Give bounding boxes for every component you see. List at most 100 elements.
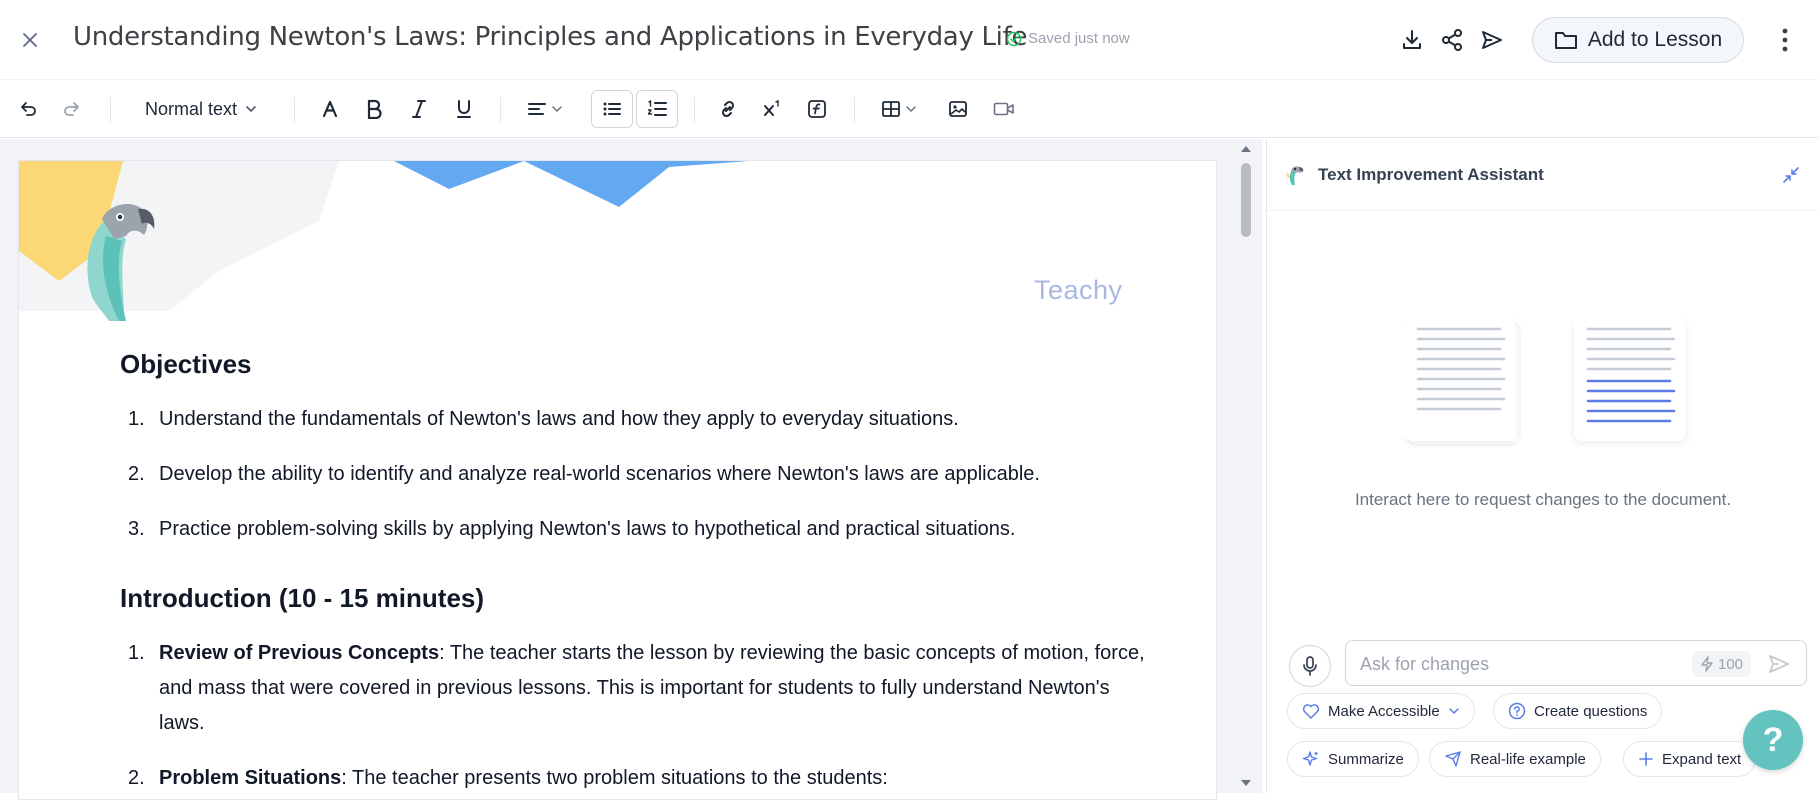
align-dropdown[interactable]	[520, 90, 570, 128]
italic-button[interactable]	[403, 90, 435, 128]
toolbar-divider	[294, 97, 295, 123]
bold-icon	[367, 99, 382, 119]
saved-status-text: Saved just now	[1028, 30, 1130, 47]
send-icon	[1769, 655, 1789, 673]
real-life-example-chip[interactable]: Real-life example	[1429, 741, 1601, 777]
redo-icon	[64, 102, 79, 116]
ask-for-changes-input[interactable]	[1360, 649, 1680, 679]
chevron-down-icon	[552, 106, 562, 113]
collapse-icon[interactable]	[1779, 163, 1803, 187]
parrot-logo-icon	[87, 204, 155, 321]
plus-icon	[1639, 752, 1653, 766]
close-icon	[23, 33, 37, 47]
download-button[interactable]	[1396, 24, 1428, 56]
summarize-label: Summarize	[1328, 750, 1404, 768]
font-color-icon	[322, 100, 338, 118]
create-questions-label: Create questions	[1534, 702, 1648, 720]
document-title[interactable]: Understanding Newton's Laws: Principles …	[73, 22, 1027, 52]
list-item-text: Practice problem-solving skills by apply…	[159, 518, 1016, 540]
lightning-icon	[1701, 656, 1713, 672]
ask-for-changes-field[interactable]: 100	[1345, 640, 1807, 686]
chevron-down-icon	[906, 106, 916, 113]
numbered-list-button[interactable]	[636, 90, 678, 128]
send-icon	[1482, 31, 1502, 49]
share-icon	[1442, 29, 1462, 51]
list-item-number: 2.	[128, 767, 145, 789]
plane-icon	[1445, 751, 1461, 767]
table-icon	[882, 101, 900, 117]
microphone-icon	[1303, 656, 1317, 676]
toolbar-divider	[694, 97, 695, 123]
send-button[interactable]	[1476, 24, 1508, 56]
toolbar-divider	[500, 97, 501, 123]
document-page[interactable]: Teachy Objectives 1. Understand the fund…	[18, 160, 1217, 800]
text-improvement-assistant-panel: Text Improvement Assistant Interact here…	[1266, 139, 1818, 793]
link-button[interactable]	[712, 90, 744, 128]
list-item-bold-term: Problem Situations	[159, 767, 342, 789]
italic-icon	[412, 100, 426, 118]
document-header-banner: Teachy	[19, 161, 1216, 321]
text-color-button[interactable]	[314, 90, 346, 128]
saved-status: Saved just now	[1006, 30, 1130, 47]
align-left-icon	[528, 103, 546, 115]
summarize-chip[interactable]: Summarize	[1287, 741, 1419, 777]
list-item-text: Develop the ability to identify and anal…	[159, 463, 1040, 485]
text-style-value: Normal text	[144, 98, 238, 119]
more-options-button[interactable]	[1770, 22, 1800, 58]
list-item: 1. Review of Previous Concepts: The teac…	[120, 636, 1160, 741]
introduction-list: 1. Review of Previous Concepts: The teac…	[120, 636, 1160, 796]
insert-video-button[interactable]	[988, 90, 1020, 128]
superscript-icon	[764, 99, 779, 116]
text-style-dropdown[interactable]: Normal text	[132, 90, 270, 128]
bullet-list-button[interactable]	[591, 90, 633, 128]
create-questions-chip[interactable]: Create questions	[1493, 693, 1663, 729]
video-icon	[993, 102, 1014, 116]
submit-request-button[interactable]	[1764, 650, 1794, 678]
bold-button[interactable]	[358, 90, 390, 128]
editor-scrollbar[interactable]	[1237, 139, 1255, 793]
list-item-body: : The teacher presents two problem situa…	[341, 767, 888, 789]
check-circle-icon	[1006, 31, 1022, 46]
section-heading-introduction: Introduction (10 - 15 minutes)	[120, 583, 485, 613]
list-item-bold-term: Review of Previous Concepts	[159, 642, 440, 664]
make-accessible-chip[interactable]: Make Accessible	[1287, 693, 1475, 729]
list-item-number: 2.	[128, 463, 145, 485]
list-item: 2. Develop the ability to identify and a…	[120, 457, 1160, 492]
redo-button[interactable]	[56, 90, 88, 128]
scroll-up-arrow-icon[interactable]	[1240, 143, 1252, 155]
table-dropdown[interactable]	[874, 90, 924, 128]
list-item-text: Review of Previous Concepts: The teacher…	[159, 636, 1160, 741]
underline-button[interactable]	[448, 90, 480, 128]
objectives-list: 1. Understand the fundamentals of Newton…	[120, 402, 1160, 547]
link-icon	[721, 100, 735, 118]
insert-image-button[interactable]	[942, 90, 974, 128]
undo-button[interactable]	[12, 90, 44, 128]
share-button[interactable]	[1436, 24, 1468, 56]
sparkles-icon	[1302, 751, 1318, 766]
superscript-button[interactable]	[756, 90, 788, 128]
download-icon	[1403, 30, 1421, 49]
folder-icon	[1554, 32, 1577, 49]
list-item-number: 1.	[128, 408, 145, 430]
add-to-lesson-label: Add to Lesson	[1587, 28, 1723, 51]
list-item: 2. Problem Situations: The teacher prese…	[120, 761, 1160, 796]
formula-button[interactable]	[801, 90, 833, 128]
section-heading-objectives: Objectives	[120, 349, 252, 379]
credits-badge: 100	[1692, 651, 1752, 677]
undo-icon	[21, 102, 36, 116]
brand-logo-text: Teachy	[1034, 275, 1123, 305]
scrollbar-thumb[interactable]	[1241, 163, 1251, 237]
assistant-header: Text Improvement Assistant	[1267, 139, 1818, 211]
list-item-text: Problem Situations: The teacher presents…	[159, 761, 1160, 796]
help-button[interactable]: ?	[1743, 710, 1803, 770]
scroll-down-arrow-icon[interactable]	[1240, 777, 1252, 789]
expand-text-label: Expand text	[1662, 750, 1742, 768]
add-to-lesson-button[interactable]: Add to Lesson	[1532, 17, 1744, 63]
voice-input-button[interactable]	[1289, 645, 1331, 687]
document-content[interactable]: Objectives 1. Understand the fundamental…	[120, 349, 1160, 799]
question-circle-icon	[1508, 702, 1526, 720]
chevron-down-icon	[1448, 708, 1459, 715]
parrot-avatar-icon	[1286, 166, 1304, 185]
close-button[interactable]	[14, 24, 46, 56]
expand-text-chip[interactable]: Expand text	[1623, 741, 1757, 777]
